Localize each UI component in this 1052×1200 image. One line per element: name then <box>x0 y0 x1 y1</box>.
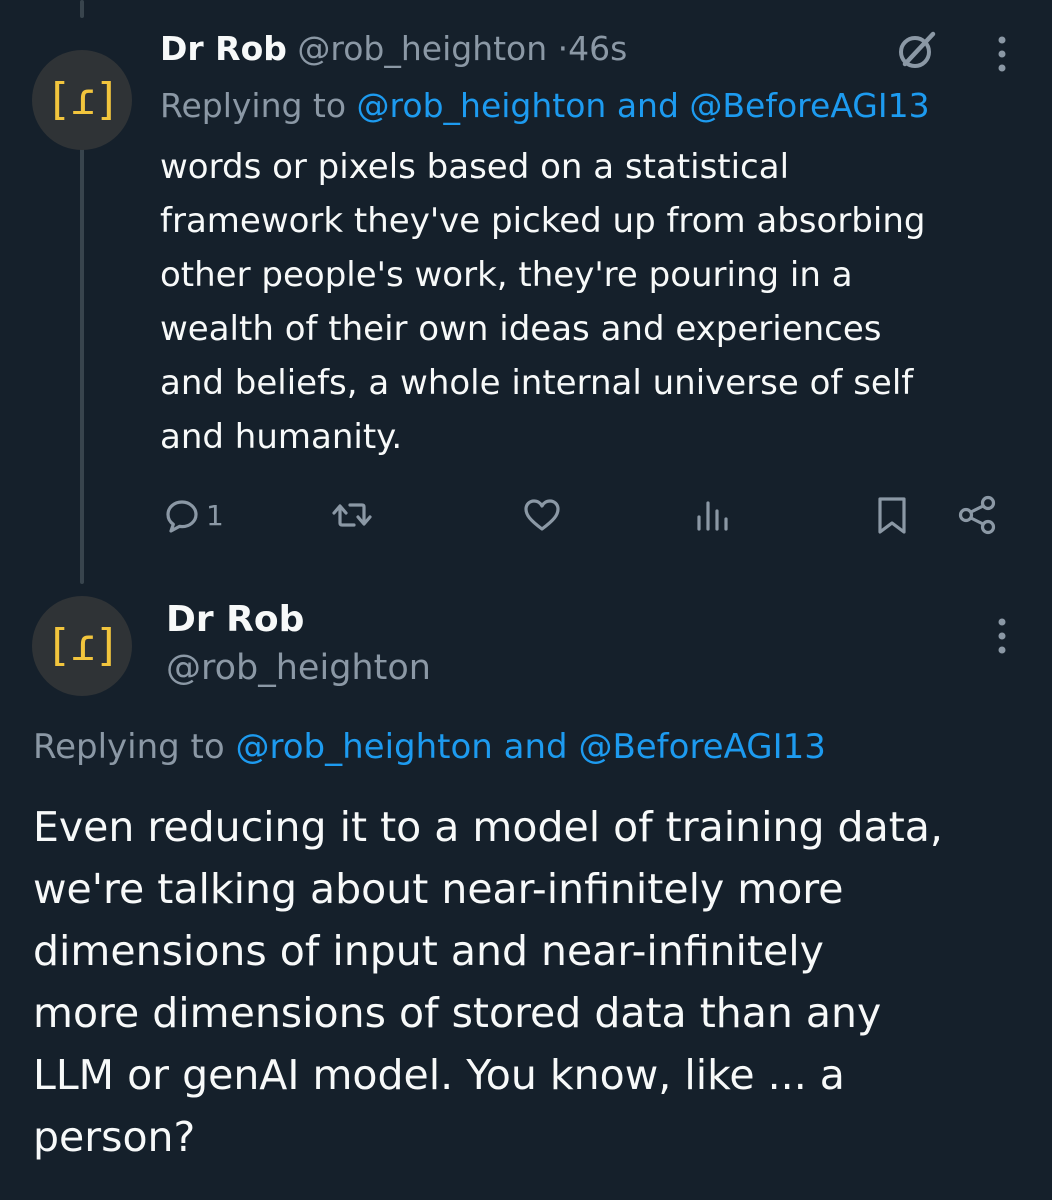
reply-icon <box>166 500 198 533</box>
thread-connector-line <box>80 144 84 584</box>
views-icon <box>697 501 728 531</box>
reply-count: 1 <box>206 498 224 532</box>
replying-and[interactable]: and <box>504 727 568 767</box>
tweet-text-line: wealth of their own ideas and experience… <box>160 309 882 349</box>
heart-icon <box>524 499 560 531</box>
more-vertical-icon[interactable] <box>990 32 1014 76</box>
grok-icon[interactable] <box>895 28 939 72</box>
tweet-timestamp[interactable]: 46s <box>568 29 627 68</box>
tweet-text-line: words or pixels based on a statistical <box>160 147 790 187</box>
avatar-logo: [ɾ] <box>45 620 120 671</box>
author-display-name[interactable]: Dr Rob <box>166 596 304 644</box>
tweet-text-line: LLM or genAI model. You know, like ... a <box>33 1051 845 1099</box>
like-button[interactable] <box>520 490 564 540</box>
share-icon <box>958 495 996 535</box>
more-vertical-icon[interactable] <box>990 614 1014 658</box>
author-handle[interactable]: @rob_heighton <box>166 644 431 692</box>
views-button[interactable] <box>690 490 734 540</box>
retweet-button[interactable] <box>330 490 374 540</box>
tweet-text-line: dimensions of input and near-infinitely <box>33 927 824 975</box>
tweet-text-line: Even reducing it to a model of training … <box>33 803 943 851</box>
tweet-header: Dr Rob @rob_heighton ·46s <box>160 27 627 71</box>
mention-link[interactable]: @rob_heighton <box>357 86 607 125</box>
share-button[interactable] <box>955 490 999 540</box>
mention-link[interactable]: @BeforeAGI13 <box>578 727 825 767</box>
tweet-text-line: and beliefs, a whole internal universe o… <box>160 363 914 403</box>
avatar-logo: [ɾ] <box>45 74 120 125</box>
tweet-text-line: more dimensions of stored data than any <box>33 989 882 1037</box>
replying-prefix: Replying to <box>160 86 347 125</box>
tweet-text-line: framework they've picked up from absorbi… <box>160 201 926 241</box>
tweet-text-line: and humanity. <box>160 417 403 457</box>
tweet-text-line: we're talking about near-infinitely more <box>33 865 844 913</box>
tweet-text: Even reducing it to a model of training … <box>33 796 1033 1168</box>
tweet-text: words or pixels based on a statistical f… <box>160 140 1030 464</box>
tweet-action-bar: 1 <box>160 490 1030 540</box>
header-separator: · <box>557 29 569 68</box>
bookmark-icon <box>878 497 906 534</box>
tweet-text-line: other people's work, they're pouring in … <box>160 255 853 295</box>
tweet-text-line: person? <box>33 1113 196 1161</box>
replying-and[interactable]: and <box>617 86 679 125</box>
thread-connector-line <box>80 0 84 18</box>
author-display-name[interactable]: Dr Rob <box>160 29 287 68</box>
replying-to: Replying to @rob_heighton and @BeforeAGI… <box>160 84 930 128</box>
author-handle[interactable]: @rob_heighton <box>297 29 547 68</box>
avatar[interactable]: [ɾ] <box>32 596 132 696</box>
avatar[interactable]: [ɾ] <box>32 50 132 150</box>
mention-link[interactable]: @rob_heighton <box>236 727 493 767</box>
reply-button[interactable]: 1 <box>160 490 224 540</box>
retweet-icon <box>332 503 372 527</box>
bookmark-button[interactable] <box>870 490 914 540</box>
mention-link[interactable]: @BeforeAGI13 <box>689 86 929 125</box>
replying-prefix: Replying to <box>33 727 225 767</box>
replying-to: Replying to @rob_heighton and @BeforeAGI… <box>33 722 826 772</box>
